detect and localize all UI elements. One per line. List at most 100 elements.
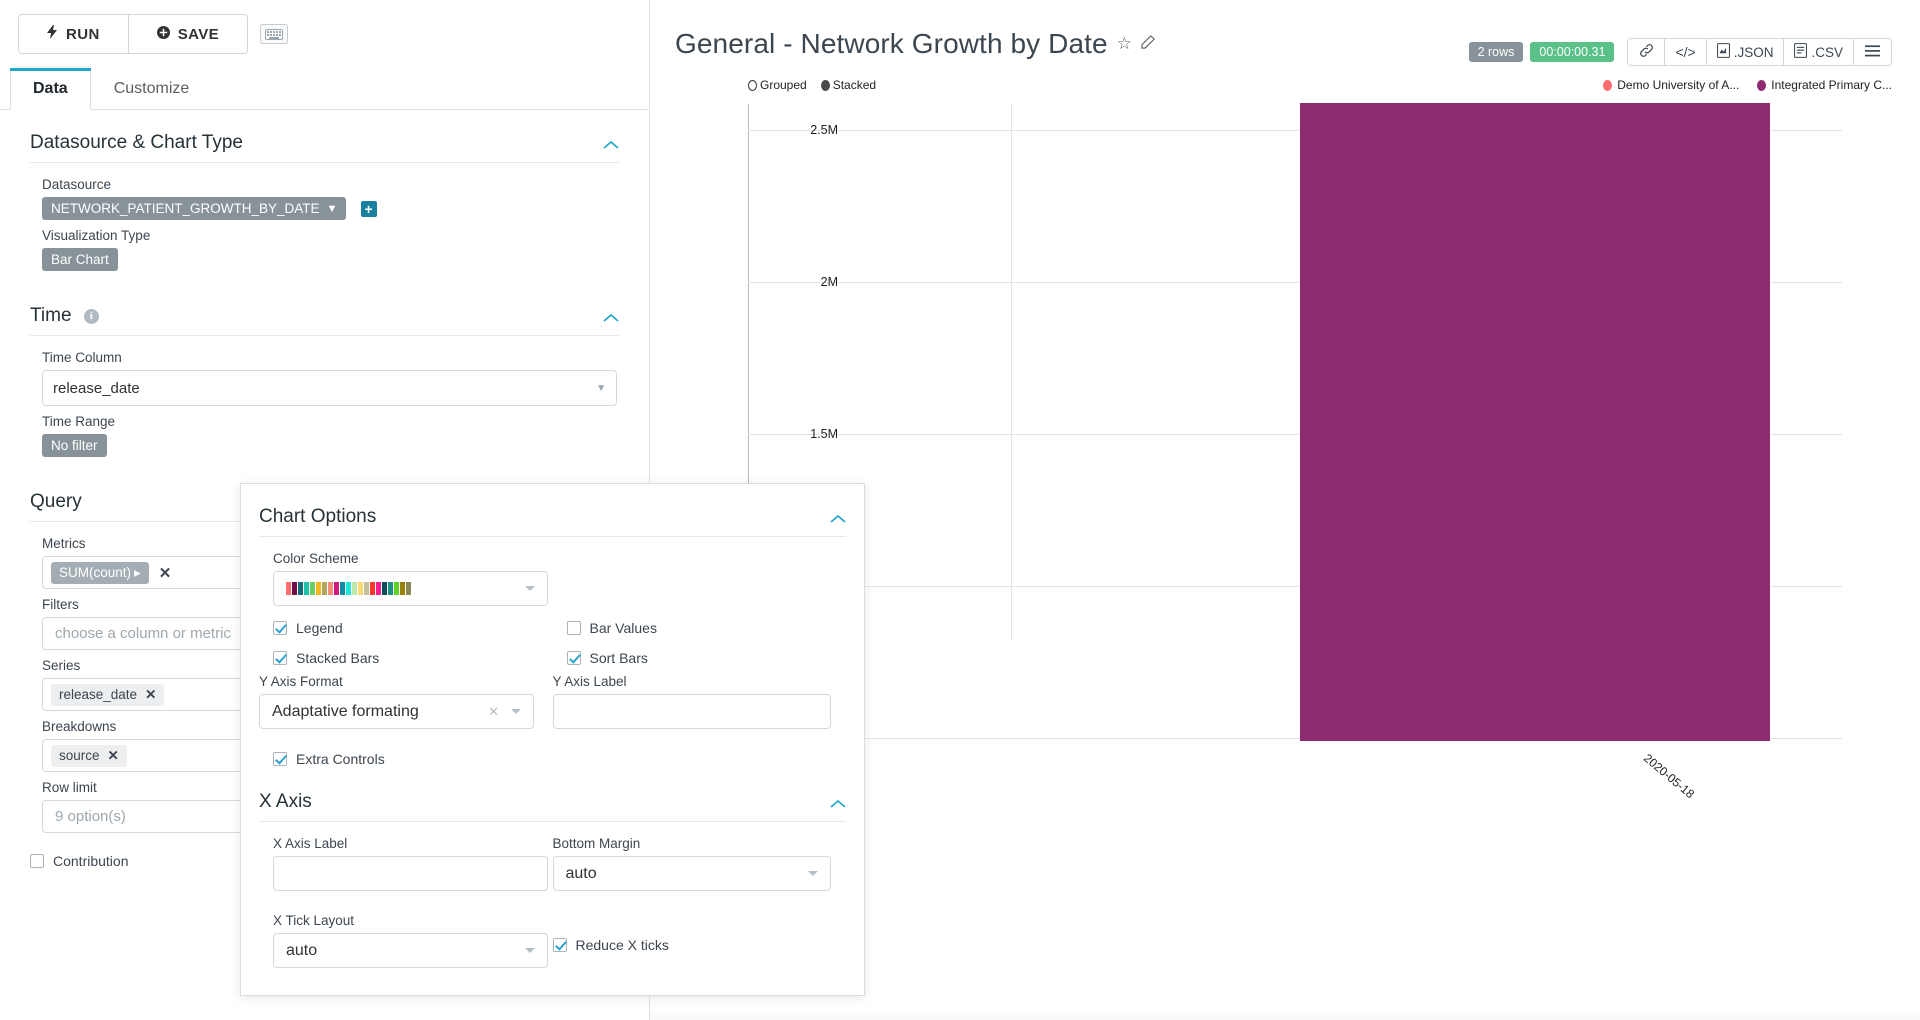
radio-grouped[interactable]: Grouped [748,78,807,92]
query-time-badge: 00:00:00.31 [1530,42,1615,62]
run-button[interactable]: RUN [18,14,129,54]
legend-checkbox[interactable] [273,621,287,635]
explore-panel-tabs: Data Customize [0,68,649,110]
legend-row[interactable]: Legend [259,606,531,636]
color-swatch [358,582,363,595]
y-axis-format-select[interactable]: Adaptative formating ✕ [259,694,534,729]
tab-customize[interactable]: Customize [91,68,213,110]
time-column-field: Time Column release_date ▼ [30,342,619,406]
color-scheme-swatches [286,582,411,595]
explore-toolbar: RUN SAVE [0,0,649,68]
extra-controls-row[interactable]: Extra Controls [259,729,531,767]
radio-grouped-label: Grouped [760,78,807,92]
datasource-label: Datasource [42,177,112,192]
series-token[interactable]: release_date ✕ [51,683,165,706]
export-csv-button[interactable]: .CSV [1784,38,1854,66]
x-axis-label-input[interactable] [273,856,548,891]
contribution-label: Contribution [53,853,129,869]
keyboard-icon [265,28,284,40]
y-axis-label-input[interactable] [552,694,831,729]
time-range-label: Time Range [42,414,116,429]
chart-options-header[interactable]: Chart Options [259,484,846,536]
stacked-bars-row[interactable]: Stacked Bars [259,636,531,666]
save-button[interactable]: SAVE [128,14,249,54]
metric-token-label: SUM(count) [59,565,132,580]
color-swatch [406,582,411,595]
chevron-up-icon[interactable] [830,509,846,526]
chart-options-panel: Chart Options Color Scheme Legend Stacke… [240,483,865,996]
sort-bars-label: Sort Bars [589,650,648,666]
tab-customize-label: Customize [113,80,190,97]
bar-segment[interactable] [1300,103,1770,741]
chevron-right-icon: ▸ [134,564,141,580]
view-query-button[interactable]: </> [1665,38,1707,66]
sort-bars-row[interactable]: Sort Bars [553,636,825,666]
hamburger-menu-icon [1865,44,1880,60]
chevron-down-icon: ▼ [596,382,606,394]
radio-grouped-indicator [748,79,757,91]
keyboard-shortcuts-button[interactable] [260,24,289,44]
info-icon[interactable]: i [83,309,99,324]
time-section-header[interactable]: Time i [30,271,619,335]
share-link-button[interactable] [1627,38,1666,66]
contribution-checkbox[interactable] [30,854,44,868]
series-token-label: release_date [59,687,138,702]
chevron-down-icon [525,586,535,591]
horizontal-scrollbar[interactable] [650,1012,1920,1020]
color-scheme-label: Color Scheme [273,551,359,566]
x-tick-layout-label: X Tick Layout [273,913,355,928]
divider [259,821,846,822]
more-options-button[interactable] [1854,38,1892,66]
bar-values-row[interactable]: Bar Values [553,606,825,636]
radio-stacked[interactable]: Stacked [820,78,877,92]
time-range-field: Time Range No filter [30,406,619,457]
code-icon: </> [1675,44,1696,60]
edit-pencil-icon[interactable] [1141,34,1156,54]
time-column-label: Time Column [42,350,122,365]
tab-data[interactable]: Data [10,68,91,110]
color-swatch [340,582,345,595]
sort-bars-checkbox[interactable] [566,651,581,665]
chevron-down-icon [525,948,535,953]
x-tick-layout-value: auto [286,941,318,959]
x-tick-layout-select[interactable]: auto [273,933,548,968]
bottom-margin-select[interactable]: auto [552,856,831,891]
time-column-select[interactable]: release_date ▼ [42,370,617,406]
reduce-x-ticks-row[interactable]: Reduce X ticks [552,891,825,953]
radio-stacked-label: Stacked [832,78,877,92]
stacked-bars-checkbox[interactable] [273,651,287,665]
breakdown-token[interactable]: source ✕ [51,744,127,767]
bar-values-checkbox[interactable] [566,621,581,635]
color-swatch [376,582,381,595]
chevron-down-icon: ▼ [326,202,338,215]
x-axis-section-title: X Axis [259,791,312,812]
remove-metric-button[interactable]: ✕ [159,564,172,582]
add-datasource-button[interactable]: + [360,201,377,218]
color-swatch [334,582,339,595]
color-swatch [304,582,309,595]
visualization-type-label: Visualization Type [42,228,151,243]
chart-action-button-group: </> .JSON .CSV [1627,38,1892,66]
export-json-button[interactable]: .JSON [1706,38,1785,66]
chevron-up-icon[interactable] [603,308,619,325]
color-swatch [346,582,351,595]
star-icon[interactable]: ☆ [1117,34,1132,54]
chevron-up-icon[interactable] [830,794,846,811]
datasource-section-header[interactable]: Datasource & Chart Type [30,110,619,162]
chevron-up-icon[interactable] [603,135,619,152]
x-axis-section-header[interactable]: X Axis [259,767,846,821]
datasource-select[interactable]: NETWORK_PATIENT_GROWTH_BY_DATE ▼ [42,197,347,220]
visualization-type-select[interactable]: Bar Chart [42,248,118,271]
time-range-select[interactable]: No filter [42,434,107,457]
clear-icon[interactable]: ✕ [488,704,499,720]
y-axis-format-value: Adaptative formating [272,702,419,720]
remove-breakdown-button[interactable]: ✕ [108,748,119,764]
metric-token[interactable]: SUM(count) ▸ [51,561,149,584]
reduce-x-ticks-checkbox[interactable] [552,938,567,952]
category-separator [1011,104,1012,641]
legend-item[interactable]: Integrated Primary C... [1757,78,1892,92]
extra-controls-checkbox[interactable] [273,752,287,766]
color-scheme-select[interactable] [273,571,548,606]
legend-item[interactable]: Demo University of A... [1603,78,1739,92]
remove-series-button[interactable]: ✕ [145,687,156,703]
